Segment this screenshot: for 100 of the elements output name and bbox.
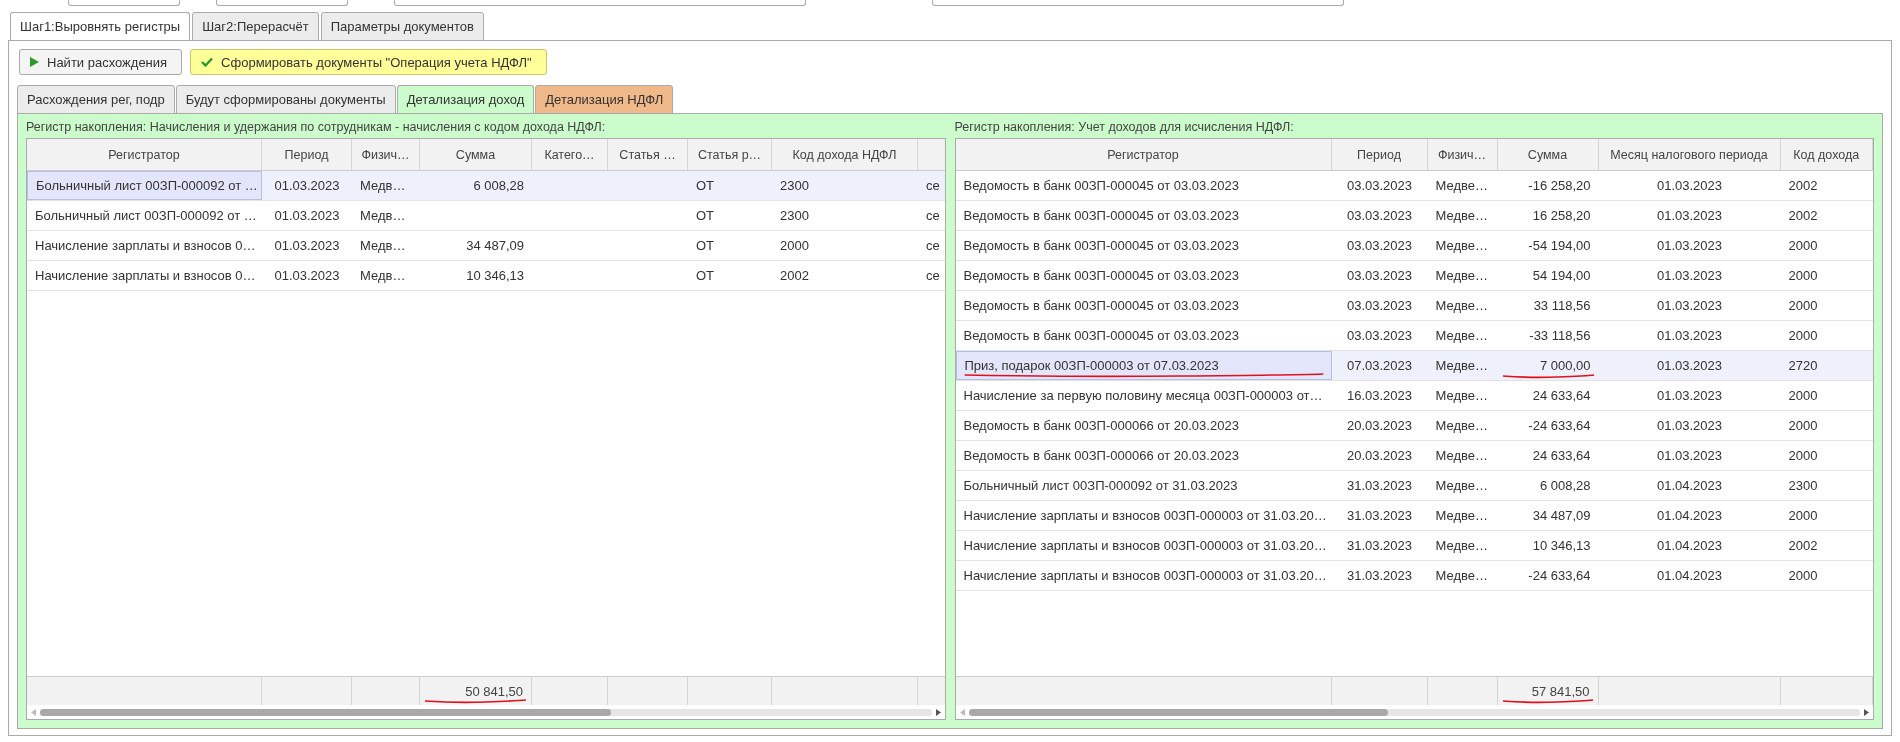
column-header[interactable]: Физич… [1427, 139, 1498, 170]
table-cell-text: 2000 [1787, 237, 1819, 255]
table-cell-text: Медве… [1434, 237, 1489, 255]
table-cell-text: 2000 [1787, 507, 1819, 525]
table-cell-text: Начисление за первую половину месяца 00ЗП-000003 от… [962, 387, 1324, 405]
table-cell-text: ОТ [695, 207, 716, 225]
table-cell-text: 31.03.2023 [1345, 567, 1414, 585]
table-cell-text: 2000 [1787, 327, 1819, 345]
tab[interactable]: Шаг1:Выровнять регистры [10, 12, 191, 41]
table-cell-text: Медве… [1434, 267, 1489, 285]
table-cell-text: 2300 [1787, 477, 1819, 495]
column-header[interactable]: Катего… [532, 139, 608, 170]
table-cell-text: 33 118,56 [1532, 297, 1592, 315]
total-sum: 57 841,50 [1531, 683, 1590, 699]
table-cell-text: се [925, 237, 941, 255]
table-cell-text: 24 633,64 [1531, 447, 1592, 465]
create-documents-button[interactable]: Сформировать документы "Операция учета НДФЛ" [190, 49, 547, 75]
table-cell-text: Медв… [359, 237, 407, 255]
column-header[interactable]: Сумма [1497, 139, 1599, 170]
table-cell-text: 01.03.2023 [1655, 177, 1724, 195]
tab[interactable]: Детализация доход [396, 85, 535, 114]
table-caption: Регистр накопления: Начисления и удержания по сотрудникам - начисления с кодом дохода НДФЛ: [26, 120, 607, 136]
table-cell-text: 03.03.2023 [1345, 237, 1414, 255]
table-cell-text: Начисление зарплаты и взносов 00ЗП-000003 от 31.03.20… [962, 537, 1328, 555]
tab[interactable]: Будут сформированы документы [175, 85, 396, 114]
table-cell: Приз, подарок 00ЗП-000003 от 07.03.2023 [955, 351, 1332, 380]
table-cell-text: 01.03.2023 [273, 237, 341, 255]
table-cell-text: 10 346,13 [465, 267, 525, 285]
column-header[interactable]: Регистратор [27, 139, 262, 170]
column-header[interactable]: Период [262, 139, 352, 170]
table-cell-text: 01.03.2023 [1655, 387, 1724, 405]
table-cell-text: 2000 [1787, 417, 1819, 435]
column-header[interactable]: Регистратор [955, 139, 1332, 170]
column-header[interactable]: Код дохода [1780, 139, 1873, 170]
table-cell-text: 03.03.2023 [1345, 207, 1414, 225]
tab[interactable]: Параметры документов [320, 12, 484, 41]
table-cell-text: 2000 [1787, 567, 1819, 585]
table-cell-text: 2720 [1787, 357, 1819, 375]
scroll-left-icon[interactable] [959, 708, 965, 716]
table-cell-text: 2000 [1787, 267, 1819, 285]
table-caption: Регистр накопления: Учет доходов для исчисления НДФЛ: [954, 120, 1295, 136]
table-cell-text: 20.03.2023 [1345, 447, 1414, 465]
column-header[interactable]: Статья р… [688, 139, 772, 170]
scroll-right-icon[interactable] [935, 708, 941, 716]
table-cell-text: 2000 [1787, 387, 1819, 405]
scroll-right-icon[interactable] [1864, 708, 1869, 716]
checkmark-icon [201, 57, 214, 67]
table-cell-text: 54 194,00 [1531, 267, 1592, 285]
table-cell-text: 16.03.2023 [1345, 387, 1414, 405]
table-row[interactable]: Больничный лист 00ЗП-000092 от … 01.03.2023 Медв… 6 008,28 ОТ 2300 се [27, 171, 945, 201]
table-cell-text: 2000 [1787, 297, 1819, 315]
table-cell-text: 24 633,64 [1531, 387, 1592, 405]
table-cell-text: -16 258,20 [1527, 177, 1592, 195]
table-cell-text: ОТ [695, 237, 716, 255]
table-cell-text: 01.03.2023 [1655, 267, 1724, 285]
column-header[interactable]: Статья … [608, 139, 688, 170]
table-cell-text: Медве… [1434, 477, 1489, 495]
table-cell-text: 01.03.2023 [1655, 327, 1724, 345]
table-cell-text: 01.03.2023 [273, 177, 341, 195]
table-cell-text: 01.04.2023 [1655, 477, 1724, 495]
table-cell-text: Медве… [1434, 417, 1489, 435]
table-cell-text: Медве… [1434, 207, 1489, 225]
table-cell-text: -24 633,64 [1527, 417, 1592, 435]
table-cell-text: Медв… [359, 267, 407, 285]
table-cell-text: Медве… [1434, 567, 1489, 585]
table-cell-text: 31.03.2023 [1345, 477, 1414, 495]
table-cell-text: Ведомость в банк 00ЗП-000045 от 03.03.2023 [962, 267, 1240, 285]
table-cell-text: 2000 [779, 237, 810, 255]
table-cell-text: 03.03.2023 [1345, 327, 1414, 345]
table-cell-text: 01.03.2023 [1655, 207, 1724, 225]
table-cell-text: 01.03.2023 [1655, 447, 1724, 465]
column-header[interactable]: Период [1331, 139, 1428, 170]
table-cell-text: ОТ [695, 267, 716, 285]
input-field[interactable] [394, 0, 806, 6]
table-cell: 7 000,00 [1497, 351, 1599, 380]
table-cell-text: Медве… [1434, 387, 1489, 405]
tab[interactable]: Расхождения рег, подр [17, 85, 175, 114]
table-cell-text: 6 008,28 [472, 177, 525, 195]
total-sum: 50 841,50 [465, 683, 523, 699]
table-cell-text: 2300 [779, 177, 810, 195]
table-cell-text: 01.04.2023 [1655, 537, 1724, 555]
column-header[interactable]: Сумма [420, 139, 532, 170]
input-field[interactable] [68, 0, 180, 6]
table-cell-text: -24 633,64 [1527, 567, 1592, 585]
table-row[interactable]: Приз, подарок 00ЗП-000003 от 07.03.2023 07.03.2023 Медве… 7 000,00 01.03.2023 2720 [955, 351, 1873, 381]
table-cell-text: Медв… [359, 207, 407, 225]
table-cell-text: 07.03.2023 [1345, 357, 1414, 375]
column-header[interactable]: Код дохода НДФЛ [772, 139, 918, 170]
column-header[interactable]: Физич… [352, 139, 420, 170]
input-field[interactable] [932, 0, 1344, 6]
input-field[interactable] [216, 0, 348, 6]
tab[interactable]: Шаг2:Перерасчёт [192, 12, 319, 41]
find-button[interactable]: Найти расхождения [19, 49, 183, 75]
table-cell-text: Начисление зарплаты и взносов 00ЗП-000003 от 31.03.20… [962, 567, 1328, 585]
tab[interactable]: Детализация НДФЛ [535, 85, 674, 114]
table-cell-text: Начисление зарплаты и взносов 0… [34, 267, 257, 285]
table-cell-text: 20.03.2023 [1345, 417, 1414, 435]
table-cell-text: Медве… [1434, 327, 1489, 345]
scroll-left-icon[interactable] [31, 708, 36, 716]
column-header[interactable]: Месяц налогового периода [1598, 139, 1781, 170]
